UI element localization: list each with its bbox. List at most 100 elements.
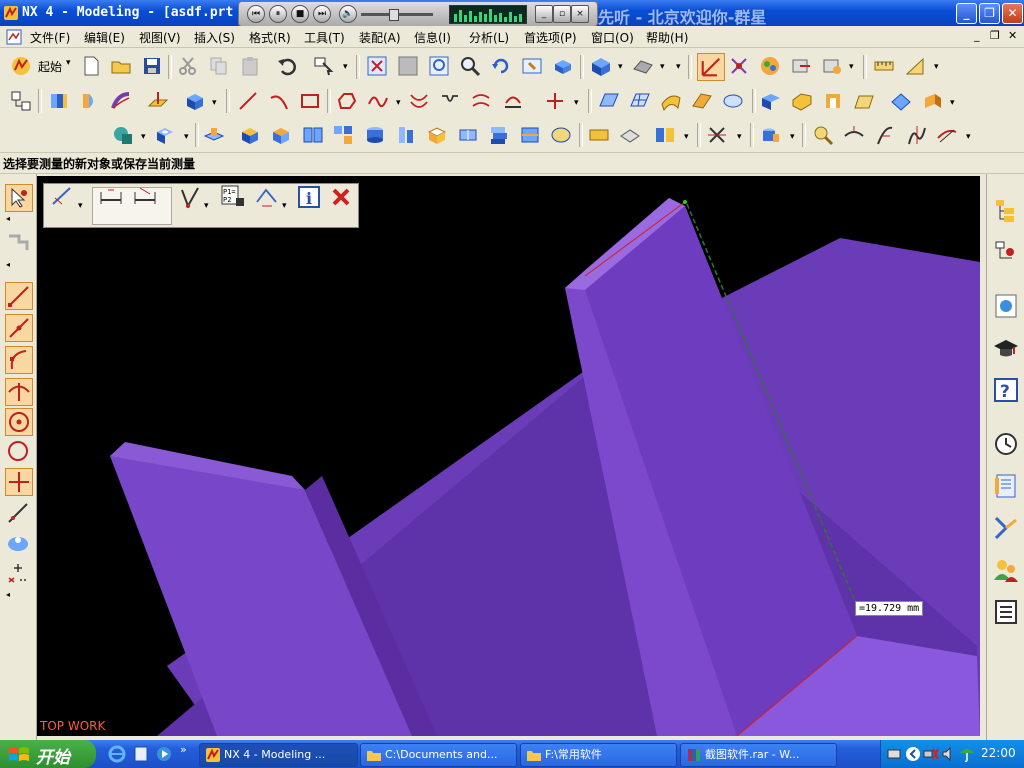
history-clock-icon[interactable] (992, 430, 1020, 458)
collapse-arrow-icon[interactable]: ◂ (6, 260, 10, 269)
perspective-icon[interactable] (552, 55, 574, 77)
mdi-minimize-icon[interactable]: _ (974, 29, 980, 42)
copy-icon[interactable] (208, 55, 230, 77)
move-layer-icon[interactable] (790, 55, 812, 77)
edge-blend-icon[interactable] (760, 90, 782, 112)
task-nx[interactable]: NX 4 - Modeling ... (199, 743, 358, 767)
roles-icon[interactable] (992, 556, 1020, 584)
boss-icon[interactable] (203, 124, 225, 146)
face-dropdown-icon[interactable]: ▾ (660, 62, 665, 72)
select-dropdown-icon[interactable]: ▾ (343, 62, 348, 72)
menu-analysis[interactable]: 分析(L) (469, 29, 509, 46)
doc-icon[interactable] (6, 29, 22, 45)
edit-feature-dropdown-icon[interactable]: ▾ (790, 132, 795, 142)
keyboard-icon[interactable] (887, 747, 901, 761)
datum-plane-icon[interactable] (147, 90, 169, 112)
thicken-icon[interactable] (921, 90, 943, 112)
transform-dropdown-icon[interactable]: ▾ (737, 132, 742, 142)
start-button[interactable]: 开始 (0, 740, 96, 768)
speaker-icon[interactable]: 🔈 (339, 5, 357, 23)
process-studio-icon[interactable] (992, 514, 1020, 542)
training-icon[interactable] (992, 334, 1020, 362)
measure-tool-dropdown-icon[interactable]: ▾ (78, 201, 83, 211)
antivirus-umbrella-icon[interactable] (959, 745, 975, 763)
hole-icon[interactable] (154, 124, 176, 146)
snap-point-on-face-icon[interactable] (5, 530, 31, 556)
task-documents[interactable]: C:\Documents and... (360, 743, 517, 767)
open-folder-icon[interactable] (110, 55, 132, 77)
pocket-icon[interactable] (239, 124, 261, 146)
transform-icon[interactable] (706, 124, 728, 146)
snap-control-point-icon[interactable] (5, 346, 33, 374)
quicklaunch-more-icon[interactable]: » (180, 743, 187, 756)
menu-insert[interactable]: 插入(S) (194, 29, 235, 46)
media-stop-icon[interactable]: ■ (291, 5, 309, 23)
measure-dimension-icon[interactable] (254, 184, 280, 210)
measure-angle-tool-icon[interactable] (176, 184, 202, 210)
rectangle-icon[interactable] (299, 90, 321, 112)
cut-icon[interactable] (177, 55, 199, 77)
copy-layer-icon[interactable] (821, 55, 843, 77)
measure-max-distance-icon[interactable] (132, 184, 158, 210)
dimension-dropdown-icon[interactable]: ▾ (282, 201, 287, 211)
rotate-icon[interactable] (490, 55, 512, 77)
restore-button[interactable]: ❐ (979, 3, 1000, 24)
menu-preferences[interactable]: 首选项(P) (524, 29, 577, 46)
associative-dropdown-icon[interactable]: ▾ (684, 132, 689, 142)
sphere-icon[interactable] (426, 124, 448, 146)
collapse-arrow-icon[interactable]: ◂ (6, 590, 10, 599)
task-software-folder[interactable]: F:\常用软件 (520, 743, 677, 767)
mdi-restore-icon[interactable]: ❐ (990, 29, 1000, 42)
media-prev-icon[interactable]: ⏮ (247, 5, 265, 23)
cone-icon[interactable] (395, 124, 417, 146)
quicklaunch-app-icon[interactable] (132, 745, 150, 763)
snap-more-icon[interactable] (5, 560, 31, 586)
menu-edit[interactable]: 编辑(E) (84, 29, 125, 46)
select-cursor-icon[interactable] (5, 184, 33, 212)
close-measure-icon[interactable] (328, 184, 354, 210)
select-filter-icon[interactable] (313, 55, 335, 77)
shaded-view-icon[interactable] (590, 55, 612, 77)
line-icon[interactable] (237, 90, 259, 112)
close-button[interactable]: ✕ (1002, 3, 1023, 24)
measure-min-distance-icon[interactable] (98, 184, 124, 210)
boolean-unite-icon[interactable] (112, 124, 134, 146)
media-close-icon[interactable]: × (571, 5, 589, 23)
snap-quadrant-icon[interactable] (5, 438, 31, 464)
snap-midpoint-icon[interactable] (5, 314, 33, 342)
trim-body-icon[interactable] (457, 124, 479, 146)
swept-surface-icon[interactable] (660, 90, 682, 112)
angle-dropdown-icon[interactable]: ▾ (204, 201, 209, 211)
menu-file[interactable]: 文件(F) (30, 29, 70, 46)
media-next-icon[interactable]: ⏭ (313, 5, 331, 23)
volume-icon[interactable] (941, 746, 957, 762)
measure-dropdown-icon[interactable]: ▾ (934, 62, 939, 72)
help-icon[interactable]: ? (992, 376, 1020, 404)
task-winrar[interactable]: 截图软件.rar - W... (680, 743, 837, 767)
polygon-icon[interactable] (336, 90, 358, 112)
curve-analysis-icon[interactable] (812, 124, 834, 146)
cylinder-icon[interactable] (364, 124, 386, 146)
slot-icon[interactable] (302, 124, 324, 146)
web-browser-icon[interactable] (992, 292, 1020, 320)
fit-view-icon[interactable] (366, 55, 388, 77)
feature-op-dropdown-icon[interactable]: ▾ (950, 98, 955, 108)
measure-distance-tool-icon[interactable] (50, 184, 76, 210)
curve-deviation-icon[interactable] (936, 124, 958, 146)
volume-slider[interactable] (361, 9, 433, 21)
patch-icon[interactable] (550, 124, 572, 146)
inflection-icon[interactable] (905, 124, 927, 146)
measure-angle-icon[interactable] (904, 55, 926, 77)
instance-icon[interactable] (588, 124, 610, 146)
network-icon[interactable] (923, 746, 939, 762)
snap-intersection-icon[interactable] (5, 378, 33, 406)
menu-format[interactable]: 格式(R) (249, 29, 291, 46)
section-surface-icon[interactable] (722, 90, 744, 112)
info-icon[interactable]: i (296, 184, 322, 210)
layer-dropdown-icon[interactable]: ▾ (849, 62, 854, 72)
nx-start-icon[interactable] (10, 55, 32, 77)
point-to-point-icon[interactable]: P1=P2 (220, 184, 246, 210)
split-body-icon[interactable] (488, 124, 510, 146)
ruled-surface-icon[interactable] (691, 90, 713, 112)
face-analysis-icon[interactable] (632, 55, 654, 77)
